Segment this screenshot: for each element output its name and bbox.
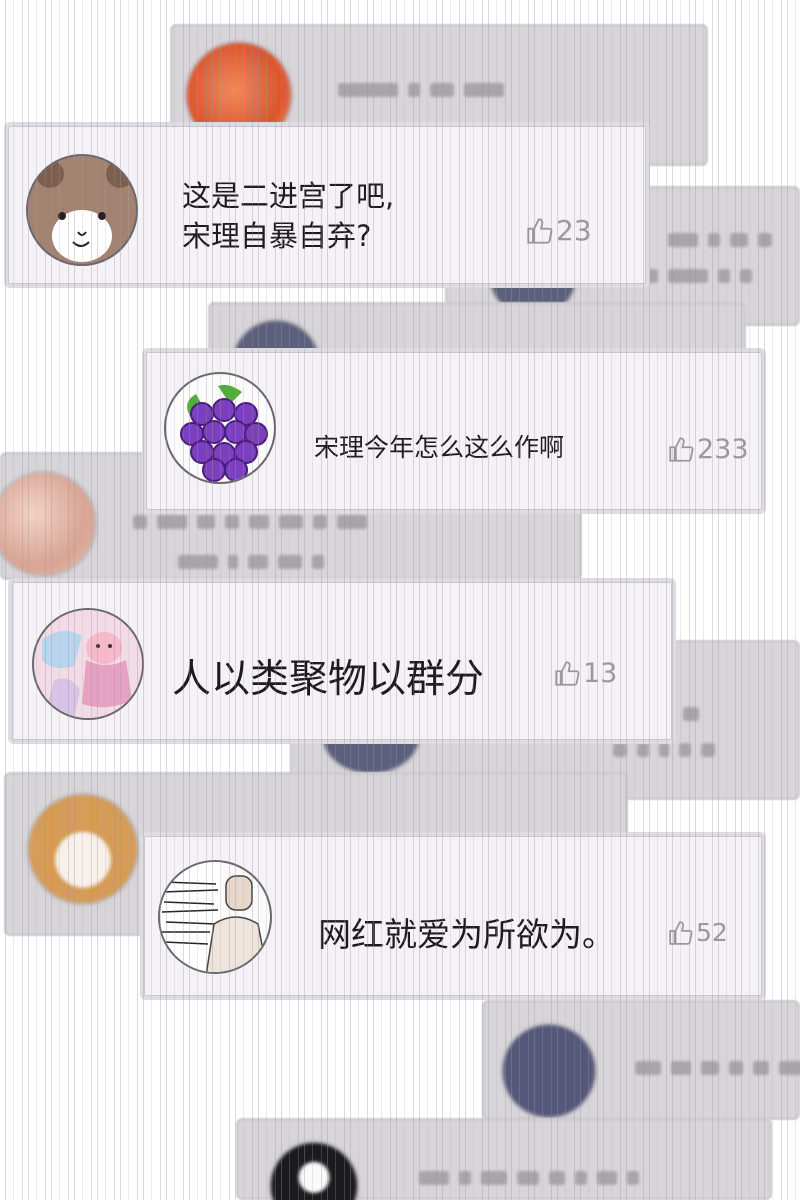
- comment-card-2: 宋理今年怎么这么作啊 233: [142, 348, 766, 514]
- comment-text-line-2: 宋理自暴自弃?: [182, 219, 372, 253]
- thumbs-up-icon: [669, 437, 694, 462]
- thumbs-up-icon: [669, 920, 693, 945]
- comment-card-4: 网红就爱为所欲为。 52: [140, 832, 766, 1000]
- thumbs-up-icon: [555, 661, 580, 686]
- comment-text: 网红就爱为所欲为。: [318, 915, 615, 954]
- blurred-comment-card-8: [236, 1118, 772, 1200]
- like-button[interactable]: 23: [526, 214, 592, 247]
- like-count: 233: [697, 434, 749, 465]
- like-button[interactable]: 13: [554, 658, 617, 689]
- like-count: 13: [583, 658, 618, 689]
- like-button[interactable]: 233: [668, 434, 749, 465]
- grape-avatar-icon: [164, 372, 276, 484]
- like-count: 23: [556, 214, 592, 247]
- comment-card-1: 这是二进宫了吧, 宋理自暴自弃? 23: [4, 122, 650, 288]
- anime-girl-bunny-avatar-icon: [32, 608, 144, 720]
- like-count: 52: [696, 918, 728, 947]
- comment-card-3: 人以类聚物以群分 13: [8, 578, 676, 744]
- bird-avatar-icon: [269, 1141, 359, 1200]
- sketch-man-avatar-icon: [158, 860, 272, 974]
- bear-avatar-icon: [26, 154, 138, 266]
- comment-text: 宋理今年怎么这么作啊: [314, 433, 565, 462]
- comment-text: 这是二进宫了吧, 宋理自暴自弃?: [182, 176, 394, 256]
- dog-avatar-icon: [27, 793, 139, 905]
- comment-text-line-1: 这是二进宫了吧,: [182, 179, 395, 213]
- penguin-avatar-icon: [501, 1023, 597, 1119]
- thumbs-up-icon: [527, 217, 553, 244]
- blurred-comment-card-7: [482, 1000, 800, 1120]
- comment-text: 人以类聚物以群分: [172, 657, 485, 702]
- like-button[interactable]: 52: [668, 918, 728, 947]
- peach-avatar-icon: [0, 471, 97, 577]
